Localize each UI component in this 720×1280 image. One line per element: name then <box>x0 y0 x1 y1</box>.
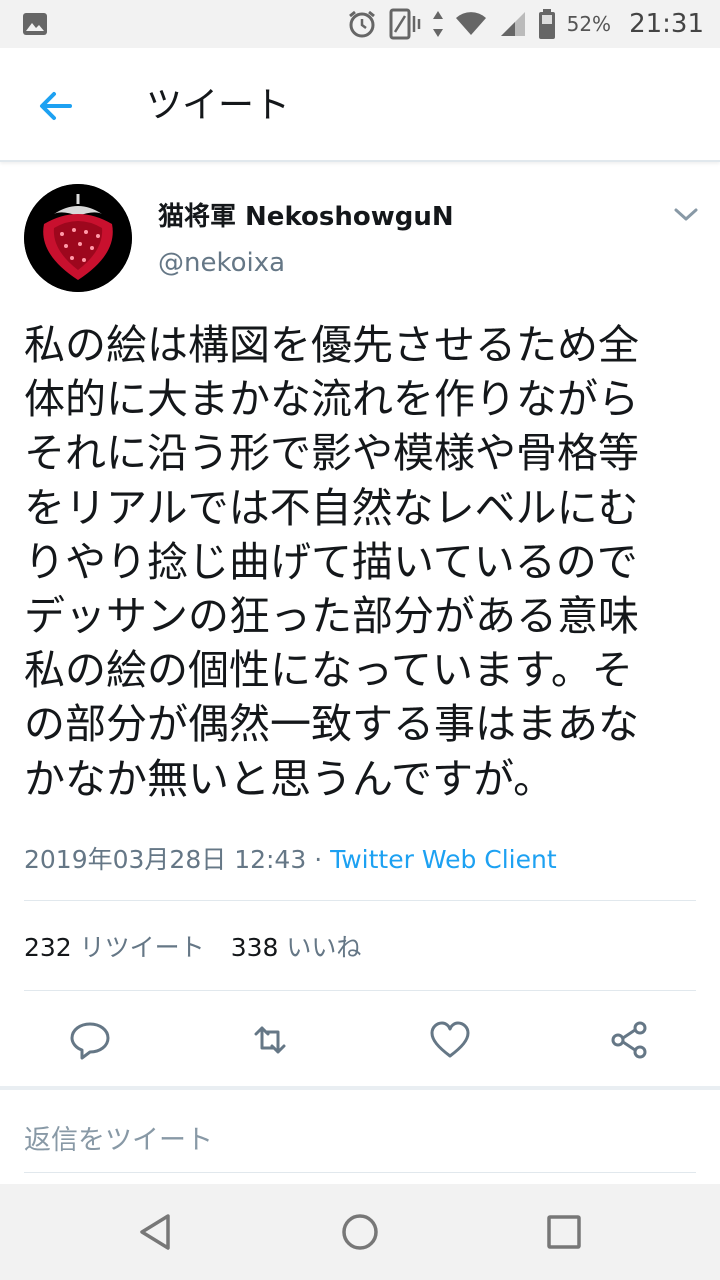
retweet-icon[interactable] <box>248 1018 292 1062</box>
tweet-stats: 232 リツイート 338 いいね <box>24 928 361 964</box>
author-display-name[interactable]: 猫将軍 NekoshowguN <box>158 196 454 233</box>
reply-icon[interactable] <box>68 1018 112 1062</box>
nav-back-icon[interactable] <box>132 1208 180 1256</box>
cellular-signal-icon <box>500 12 525 36</box>
chevron-down-icon[interactable] <box>672 202 700 226</box>
retweet-count: 232 <box>24 933 72 962</box>
tweet-text-line: かなか無いと思うんですが。 <box>24 754 555 803</box>
tweet-text-line: 体的に大まかな流れを作りながら <box>24 375 639 424</box>
tweet-text-line: 私の絵の個性になっています。そ <box>24 646 633 695</box>
divider <box>24 1172 696 1173</box>
app-bar: ツイート <box>0 48 720 162</box>
system-navigation-bar <box>0 1184 720 1280</box>
divider <box>24 900 696 901</box>
like-stat[interactable]: 338 いいね <box>231 933 362 962</box>
strawberry-avatar-image <box>24 184 132 292</box>
meta-separator: · <box>306 845 331 874</box>
retweet-label: リツイート <box>79 933 205 962</box>
nav-home-icon[interactable] <box>336 1208 384 1256</box>
section-separator <box>0 1086 720 1090</box>
author-handle[interactable]: @nekoixa <box>158 248 285 278</box>
tweet-text-line: りやり捻じ曲げて描いているので <box>24 537 638 586</box>
battery-percent: 52% <box>566 12 612 36</box>
tweet-text-line: それに沿う形で影や模様や骨格等 <box>24 429 639 478</box>
share-icon[interactable] <box>608 1018 652 1062</box>
back-arrow-icon[interactable] <box>34 84 78 128</box>
nav-recents-icon[interactable] <box>540 1208 588 1256</box>
divider <box>24 990 696 991</box>
status-bar: 52% 21:31 <box>0 0 720 48</box>
image-notification-icon <box>23 13 47 35</box>
vibrate-icon <box>389 8 420 40</box>
tweet-text: 私の絵は構図を優先させるため全 体的に大まかな流れを作りながら それに沿う形で影… <box>24 318 700 806</box>
alarm-icon <box>348 10 375 38</box>
battery-icon <box>538 9 555 39</box>
tweet-actions <box>0 1000 720 1080</box>
clock: 21:31 <box>629 9 704 39</box>
like-count: 338 <box>230 933 279 962</box>
tweet-text-line: 私の絵は構図を優先させるため全 <box>24 321 639 369</box>
like-label: いいね <box>286 933 362 962</box>
tweet-text-line: デッサンの狂った部分がある意味 <box>24 592 639 641</box>
tweet-client-link[interactable]: Twitter Web Client <box>330 845 557 874</box>
tweet-text-line: をリアルでは不自然なレベルにむ <box>24 483 639 532</box>
retweet-stat[interactable]: 232 リツイート <box>24 933 205 962</box>
heart-icon[interactable] <box>428 1018 472 1062</box>
tweet-text-line: の部分が偶然一致する事はまあな <box>24 700 639 749</box>
avatar[interactable] <box>24 184 132 292</box>
data-transfer-icon <box>432 11 443 37</box>
reply-input[interactable]: 返信をツイート <box>24 1118 213 1157</box>
tweet-timestamp: 2019年03月28日 12:43 <box>24 845 307 874</box>
wifi-icon <box>455 12 486 35</box>
tweet-meta: 2019年03月28日 12:43 · Twitter Web Client <box>24 840 557 876</box>
page-title: ツイート <box>146 85 291 126</box>
